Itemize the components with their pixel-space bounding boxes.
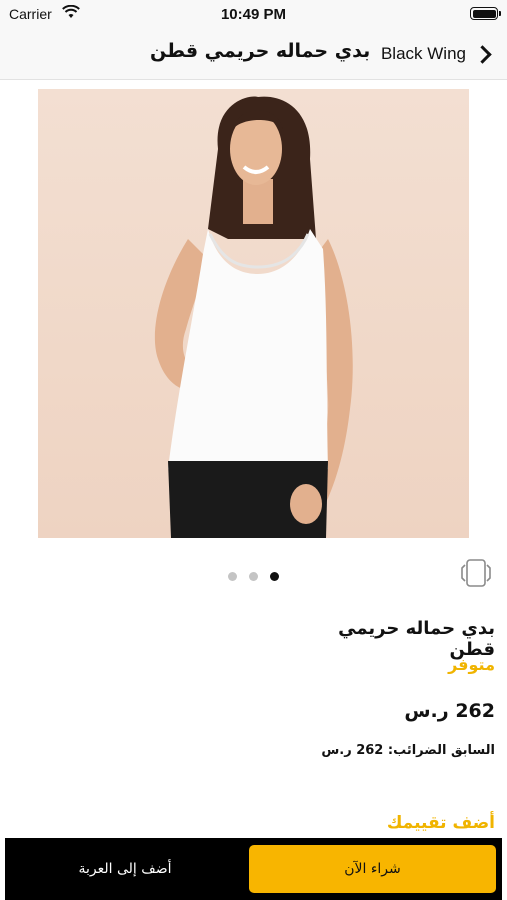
status-bar: Carrier 10:49 PM xyxy=(0,0,507,28)
availability-status: متوفر xyxy=(448,655,495,674)
product-image[interactable] xyxy=(38,89,469,538)
page-title: بدي حماله حريمي قطن xyxy=(150,40,371,62)
battery-icon xyxy=(470,7,501,20)
clock: 10:49 PM xyxy=(220,6,287,23)
chevron-right-icon xyxy=(473,44,492,64)
pager-dot[interactable] xyxy=(249,572,258,581)
back-button[interactable]: Black Wing xyxy=(381,36,495,72)
pager-dot-active[interactable] xyxy=(270,572,279,581)
product-photo xyxy=(154,96,353,538)
back-button-label: Black Wing xyxy=(380,44,466,63)
bottom-action-bar: أضف إلى العربة شراء الآن xyxy=(5,838,502,900)
previous-price: السابق الضرائب: 262 ر.س xyxy=(321,743,495,758)
pager-dot[interactable] xyxy=(228,572,237,581)
ar-view-icon[interactable] xyxy=(460,557,492,589)
image-pager[interactable] xyxy=(228,572,279,581)
add-rating-link[interactable]: أضف تقييمك xyxy=(387,813,495,833)
buy-now-button[interactable]: شراء الآن xyxy=(249,845,496,893)
product-name: بدي حماله حريمي قطن xyxy=(338,618,495,660)
navigation-bar: بدي حماله حريمي قطن Black Wing xyxy=(0,28,507,80)
product-price: 262 ر.س xyxy=(404,700,495,722)
add-to-cart-button[interactable]: أضف إلى العربة xyxy=(5,838,245,900)
